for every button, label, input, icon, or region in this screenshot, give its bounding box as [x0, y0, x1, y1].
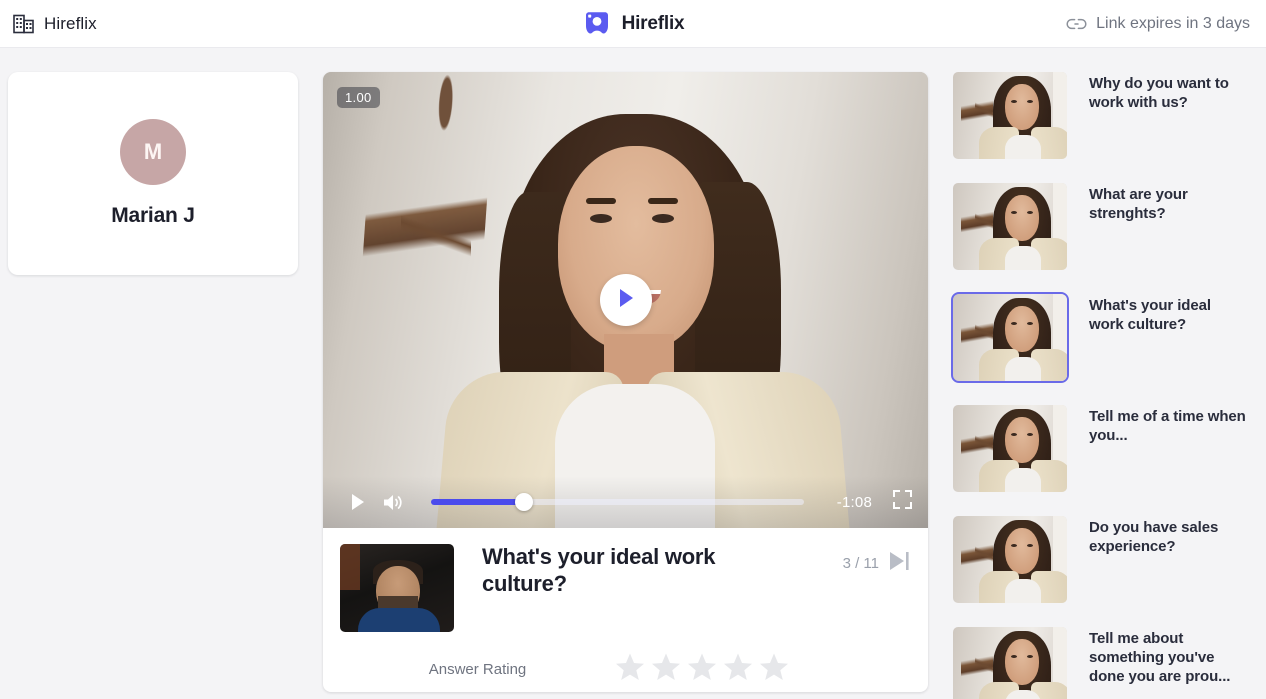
thumb-shirt	[1005, 246, 1041, 270]
link-expiry: Link expires in 3 days	[1066, 15, 1266, 33]
question-list-item-label: What are your strenghts?	[1089, 186, 1188, 223]
interviewer-shirt	[358, 608, 440, 632]
thumb-shirt	[1005, 579, 1041, 603]
thumb-face	[1005, 84, 1039, 130]
star-icon-1[interactable]	[615, 652, 645, 686]
progress-slider[interactable]	[411, 488, 818, 516]
video-panel: 1.00 -1:08 What's your ideal work cultur…	[323, 72, 928, 692]
play-icon	[350, 493, 365, 511]
time-remaining: -1:08	[836, 493, 872, 511]
question-title: What's your ideal work culture?	[482, 544, 716, 596]
star-icon-4[interactable]	[723, 652, 753, 686]
question-thumbnail[interactable]	[953, 405, 1067, 492]
progress-thumb[interactable]	[515, 493, 533, 511]
star-icon-5[interactable]	[759, 652, 789, 686]
video-subject-brow-left	[586, 198, 616, 204]
thumb-face	[1005, 306, 1039, 352]
thumb-face	[1005, 528, 1039, 574]
app-header: Hireflix Hireflix Link expires in 3 days	[0, 0, 1266, 48]
playback-speed-badge[interactable]: 1.00	[337, 87, 380, 108]
question-thumbnail[interactable]	[953, 183, 1067, 270]
candidate-profile-card: M Marian J	[8, 72, 298, 275]
thumb-eye-left	[1011, 322, 1017, 325]
question-list-item-5[interactable]: Do you have sales experience?	[945, 504, 1266, 615]
star-icon-3[interactable]	[687, 652, 717, 686]
question-thumbnail[interactable]	[953, 627, 1067, 699]
question-list-item-3[interactable]: What's your ideal work culture?	[945, 282, 1266, 393]
video-subject-eye-left	[590, 214, 612, 223]
fullscreen-button[interactable]	[872, 490, 912, 514]
thumb-eye-right	[1027, 655, 1033, 658]
thumb-eye-right	[1027, 211, 1033, 214]
play-icon	[616, 287, 636, 314]
video-subject-eye-right	[652, 214, 674, 223]
question-list-item-label: Do you have sales experience?	[1089, 519, 1219, 556]
question-list-item-label: Tell me of a time when you...	[1089, 408, 1246, 445]
question-list-item-label: What's your ideal work culture?	[1089, 297, 1211, 334]
question-list-item-1[interactable]: Why do you want to work with us?	[945, 60, 1266, 171]
video-subject-brow-right	[648, 198, 678, 204]
avatar-initial: M	[143, 139, 163, 164]
star-icon-2[interactable]	[651, 652, 681, 686]
thumb-face	[1005, 417, 1039, 463]
video-controls: -1:08	[323, 476, 928, 528]
link-expiry-text: Link expires in 3 days	[1096, 14, 1250, 32]
thumb-eye-left	[1011, 100, 1017, 103]
fullscreen-icon	[893, 490, 912, 514]
question-counter: 3 / 11	[842, 555, 879, 572]
question-list[interactable]: Why do you want to work with us? What ar…	[945, 60, 1266, 699]
thumb-eye-right	[1027, 100, 1033, 103]
thumb-eye-left	[1011, 655, 1017, 658]
question-list-item-6[interactable]: Tell me about something you've done you …	[945, 615, 1266, 699]
play-button[interactable]	[339, 493, 375, 511]
interviewer-thumb-light	[340, 544, 360, 590]
thumb-shirt	[1005, 357, 1041, 381]
question-counter-group: 3 / 11	[843, 544, 911, 577]
question-list-item-label: Why do you want to work with us?	[1089, 75, 1229, 112]
progress-fill	[431, 499, 521, 505]
thumb-eye-right	[1027, 433, 1033, 436]
thumb-shirt	[1005, 135, 1041, 159]
question-thumbnail[interactable]	[953, 516, 1067, 603]
answer-rating-row: Answer Rating	[323, 632, 928, 686]
avatar: M	[120, 119, 186, 185]
answer-rating-stars[interactable]	[615, 652, 789, 686]
thumb-eye-left	[1011, 211, 1017, 214]
play-overlay-button[interactable]	[599, 274, 652, 326]
question-thumbnail-selected[interactable]	[951, 292, 1069, 383]
answer-rating-label: Answer Rating	[428, 660, 527, 678]
link-icon	[1066, 16, 1087, 32]
hireflix-logo-icon	[582, 11, 612, 37]
next-question-button[interactable]	[887, 550, 911, 577]
video-stage[interactable]: 1.00 -1:08	[323, 72, 928, 528]
thumb-eye-right	[1027, 544, 1033, 547]
candidate-name: Marian J	[111, 204, 195, 227]
thumb-eye-left	[1011, 433, 1017, 436]
question-list-item-4[interactable]: Tell me of a time when you...	[945, 393, 1266, 504]
building-icon	[13, 14, 34, 34]
header-company: Hireflix	[0, 14, 300, 34]
next-track-icon	[887, 550, 911, 577]
question-thumbnail[interactable]	[953, 72, 1067, 159]
question-list-item-2[interactable]: What are your strenghts?	[945, 171, 1266, 282]
volume-on-icon	[382, 493, 404, 512]
video-frame-decor-2	[401, 132, 471, 342]
answer-info-row: What's your ideal work culture? 3 / 11	[323, 528, 928, 632]
thumb-shirt	[1005, 468, 1041, 492]
volume-button[interactable]	[375, 493, 411, 512]
thumb-eye-right	[1027, 322, 1033, 325]
brand-name: Hireflix	[621, 12, 685, 34]
thumb-eye-left	[1011, 544, 1017, 547]
company-name: Hireflix	[44, 13, 97, 33]
thumb-face	[1005, 639, 1039, 685]
interviewer-thumbnail[interactable]	[340, 544, 454, 632]
thumb-face	[1005, 195, 1039, 241]
question-list-item-label: Tell me about something you've done you …	[1089, 630, 1231, 686]
